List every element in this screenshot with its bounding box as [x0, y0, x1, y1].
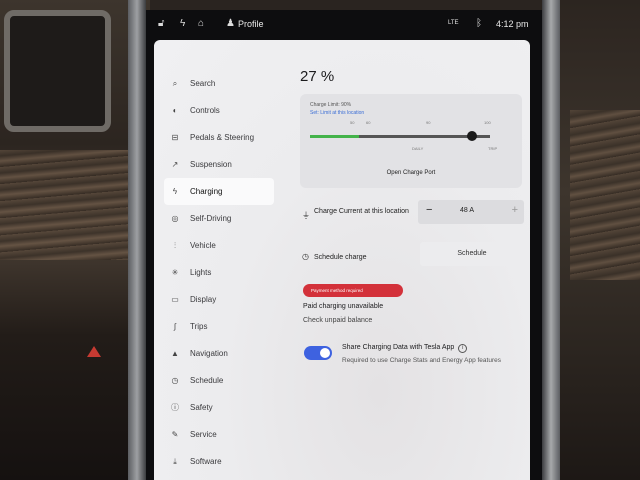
charge-current-label: Charge Current at this location [314, 208, 409, 215]
screen-frame-right [542, 0, 560, 480]
sidebar-item-pedals-steering[interactable]: ⊟ Pedals & Steering [164, 124, 274, 151]
profile-icon[interactable]: ♟ [226, 18, 235, 29]
lte-indicator: LTE [448, 20, 459, 26]
trips-icon: ∫ [173, 322, 177, 331]
car-icon: ⊟ [171, 133, 179, 142]
sidebar-item-vehicle[interactable]: ⫶ Vehicle [164, 232, 274, 259]
sun-icon: ✳ [171, 268, 179, 277]
tick-label: 50 [350, 120, 355, 125]
sidebar-item-suspension[interactable]: ↗ Suspension [164, 151, 274, 178]
dashboard-right [558, 0, 640, 480]
range-label-trip: TRIP [488, 146, 498, 151]
charge-limit-card: Charge Limit: 90% Set: Limit at this loc… [300, 94, 522, 188]
range-label-daily: DAILY [412, 146, 424, 151]
increase-current-button[interactable]: + [512, 204, 518, 216]
settings-sidebar: ⌕ Search ◐ Controls ⊟ Pedals & Steering ↗ Suspe… [164, 70, 276, 475]
sidebar-item-software[interactable]: ⤓ Software [164, 448, 274, 475]
touchscreen: 🔓︎ ϟ ⌂ ♟ Profile LTE ᛒ 4:12 pm ⌕ Search ◐ C… [146, 10, 542, 480]
sidebar-item-label: Vehicle [190, 241, 216, 250]
sidebar-item-navigation[interactable]: ▲ Navigation [164, 340, 274, 367]
charge-current-value: 48 A [460, 207, 475, 214]
sidebar-item-label: Safety [190, 403, 213, 412]
sidebar-item-display[interactable]: ▭ Display [164, 286, 274, 313]
sidebar-item-label: Lights [190, 268, 212, 277]
search-icon: ⌕ [172, 78, 178, 88]
sidebar-item-label: Software [190, 457, 222, 466]
steering-wheel-icon: ◎ [171, 214, 179, 223]
schedule-charge-label: Schedule charge [314, 254, 367, 261]
settings-panel: ⌕ Search ◐ Controls ⊟ Pedals & Steering ↗ Suspe… [154, 40, 530, 480]
payment-required-badge: Payment method required [303, 284, 403, 297]
sidebar-item-label: Suspension [190, 160, 232, 169]
wrench-icon: ✎ [171, 430, 179, 439]
paid-charging-status: Paid charging unavailable [303, 303, 384, 310]
lock-icon[interactable]: 🔓︎ [158, 18, 164, 29]
plug-icon: ⏚ [302, 211, 310, 220]
suspension-icon: ↗ [171, 160, 179, 169]
wood-trim-right [570, 110, 640, 280]
open-charge-port-button[interactable]: Open Charge Port [350, 166, 472, 180]
sidebar-item-lights[interactable]: ✳ Lights [164, 259, 274, 286]
toggle-knob [320, 348, 330, 358]
download-icon: ⤓ [173, 456, 177, 466]
sidebar-item-self-driving[interactable]: ◎ Self-Driving [164, 205, 274, 232]
tick-label: 100 [484, 120, 491, 125]
charge-level-fill [310, 135, 359, 138]
tick-label: 90 [426, 120, 431, 125]
share-charging-data-toggle[interactable] [304, 346, 332, 360]
sidebar-item-label: Pedals & Steering [190, 133, 255, 142]
sidebar-item-trips[interactable]: ∫ Trips [164, 313, 274, 340]
tick-label: 60 [366, 120, 371, 125]
bolt-icon: ϟ [180, 18, 186, 29]
sidebar-item-label: Service [190, 430, 217, 439]
clock: 4:12 pm [496, 19, 529, 29]
schedule-button[interactable]: Schedule [420, 242, 524, 266]
sentry-icon[interactable]: ⌂ [198, 18, 204, 29]
sidebar-item-label: Controls [190, 106, 220, 115]
status-bar: 🔓︎ ϟ ⌂ ♟ Profile LTE ᛒ 4:12 pm [146, 10, 542, 40]
sliders-icon: ⫶ [174, 240, 176, 250]
check-unpaid-balance-link[interactable]: Check unpaid balance [303, 317, 372, 324]
charge-limit-ticks: 50 60 90 100 [310, 120, 500, 128]
charge-limit-slider-handle[interactable] [467, 131, 477, 141]
share-charging-data-description: Required to use Charge Stats and Energy … [342, 357, 501, 364]
bolt-icon: ϟ [172, 187, 178, 196]
sidebar-item-label: Charging [190, 187, 223, 196]
share-charging-data-label: Share Charging Data with Tesla App [342, 344, 455, 351]
sidebar-item-schedule[interactable]: ◷ Schedule [164, 367, 274, 394]
charge-current-stepper: − 48 A + [418, 200, 524, 224]
info-icon[interactable]: i [458, 344, 468, 353]
sidebar-item-label: Schedule [190, 376, 224, 385]
wood-trim [0, 150, 135, 260]
sidebar-item-label: Display [190, 295, 217, 304]
sidebar-item-label: Navigation [190, 349, 228, 358]
sidebar-item-label: Self-Driving [190, 214, 232, 223]
hazard-icon [87, 346, 101, 357]
toggle-icon: ◐ [172, 106, 178, 115]
battery-percent: 27 % [300, 68, 335, 85]
clock-icon: ◷ [302, 252, 309, 261]
air-vent [4, 10, 111, 132]
sidebar-item-search[interactable]: ⌕ Search [164, 70, 274, 97]
sidebar-item-controls[interactable]: ◐ Controls [164, 97, 274, 124]
bluetooth-icon: ᛒ [476, 18, 482, 29]
sidebar-item-charging[interactable]: ϟ Charging [164, 178, 274, 205]
decrease-current-button[interactable]: − [426, 204, 432, 216]
screen-frame-left [128, 0, 146, 480]
safety-icon: ⓘ [171, 403, 179, 412]
profile-label[interactable]: Profile [238, 19, 264, 29]
display-icon: ▭ [171, 295, 179, 304]
sidebar-item-service[interactable]: ✎ Service [164, 421, 274, 448]
charge-limit-location-link[interactable]: Set: Limit at this location [310, 110, 364, 116]
sidebar-item-safety[interactable]: ⓘ Safety [164, 394, 274, 421]
clock-icon: ◷ [171, 376, 179, 385]
navigation-icon: ▲ [171, 349, 179, 358]
charge-limit-label: Charge Limit: 90% [310, 102, 352, 108]
sidebar-item-label: Search [190, 79, 216, 88]
share-charging-data-row: Share Charging Data with Tesla App i [342, 344, 468, 353]
sidebar-item-label: Trips [190, 322, 208, 331]
